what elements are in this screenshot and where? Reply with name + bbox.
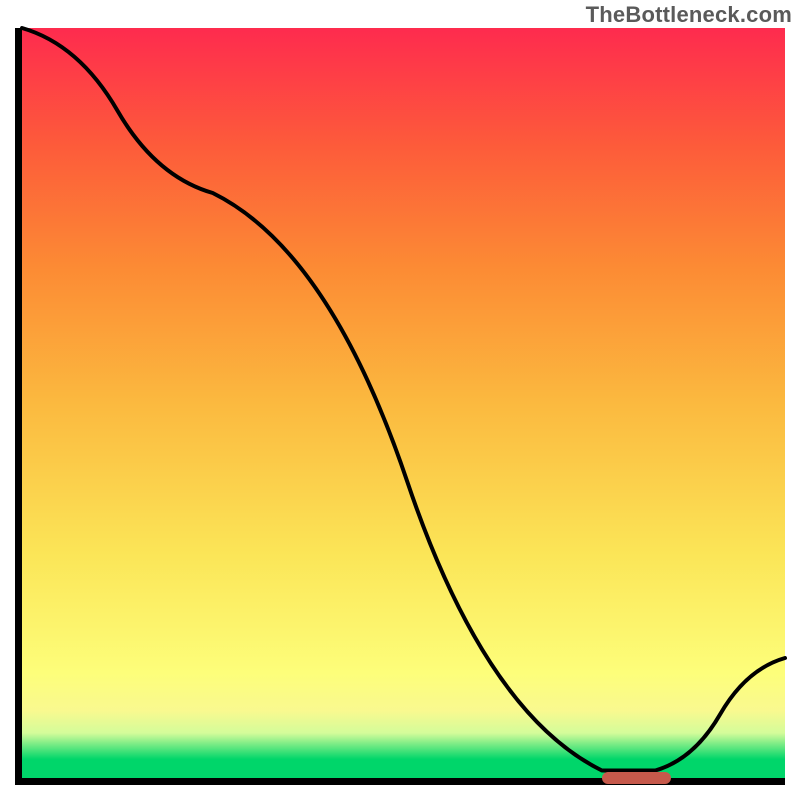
plot-area [15,28,785,785]
optimal-marker [602,772,671,784]
watermark-text: TheBottleneck.com [586,2,792,28]
chart-wrapper: TheBottleneck.com [0,0,800,800]
bottleneck-curve [22,28,785,778]
